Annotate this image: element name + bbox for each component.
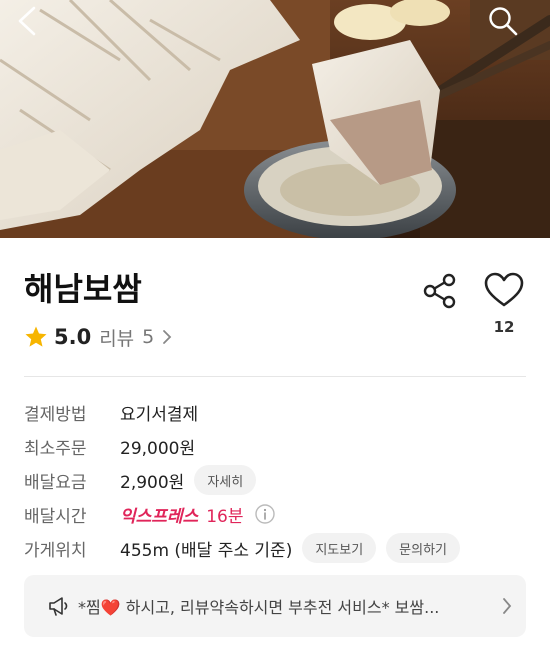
like-button[interactable]	[482, 270, 526, 314]
chevron-right-icon	[163, 330, 172, 344]
delivery-time-row: 배달시간 익스프레스 16분	[24, 499, 276, 529]
min-order-value: 29,000원	[120, 438, 196, 459]
delivery-fee-label: 배달요금	[24, 472, 87, 493]
location-row: 가게위치 455m (배달 주소 기준) 지도보기 문의하기	[24, 533, 461, 563]
delivery-fee-row: 배달요금 2,900원 자세히	[24, 465, 257, 495]
chevron-right-icon	[503, 598, 512, 614]
location-label: 가게위치	[24, 540, 87, 561]
rating-score: 5.0	[54, 325, 92, 349]
delivery-time-value: 16분	[206, 506, 244, 527]
food-photo	[0, 0, 550, 238]
like-count: 12	[493, 318, 515, 336]
delivery-fee-value: 2,900원	[120, 472, 185, 493]
payment-label: 결제방법	[24, 404, 87, 425]
store-notice-banner[interactable]: *찜❤️ 하시고, 리뷰약속하시면 부추전 서비스* 보쌈...	[24, 575, 526, 637]
search-button[interactable]	[488, 6, 528, 46]
review-count: 5	[142, 326, 155, 348]
payment-row: 결제방법 요기서결제	[24, 397, 198, 427]
min-order-row: 최소주문 29,000원	[24, 431, 195, 461]
info-icon[interactable]	[255, 504, 276, 524]
notice-text: *찜❤️ 하시고, 리뷰약속하시면 부추전 서비스* 보쌈...	[78, 598, 440, 617]
share-icon	[423, 273, 456, 309]
express-badge: 익스프레스	[120, 506, 199, 527]
star-icon	[25, 326, 47, 347]
divider	[24, 376, 526, 377]
search-icon	[489, 7, 518, 36]
back-arrow-icon	[18, 6, 36, 36]
heart-icon	[484, 272, 524, 307]
location-value: 455m (배달 주소 기준)	[120, 540, 293, 561]
back-button[interactable]	[16, 6, 56, 46]
rating-reviews-link[interactable]: 5.0 리뷰 5	[24, 322, 172, 352]
store-name: 해남보쌈	[24, 270, 142, 308]
map-view-button[interactable]: 지도보기	[302, 533, 377, 563]
delivery-time-label: 배달시간	[24, 506, 87, 527]
share-button[interactable]	[418, 270, 462, 314]
store-hero-image	[0, 0, 550, 238]
delivery-fee-detail-button[interactable]: 자세히	[194, 465, 257, 495]
payment-value: 요기서결제	[120, 404, 199, 425]
inquiry-button[interactable]: 문의하기	[386, 533, 461, 563]
review-label: 리뷰	[99, 327, 135, 350]
min-order-label: 최소주문	[24, 438, 87, 459]
megaphone-icon	[49, 597, 68, 616]
